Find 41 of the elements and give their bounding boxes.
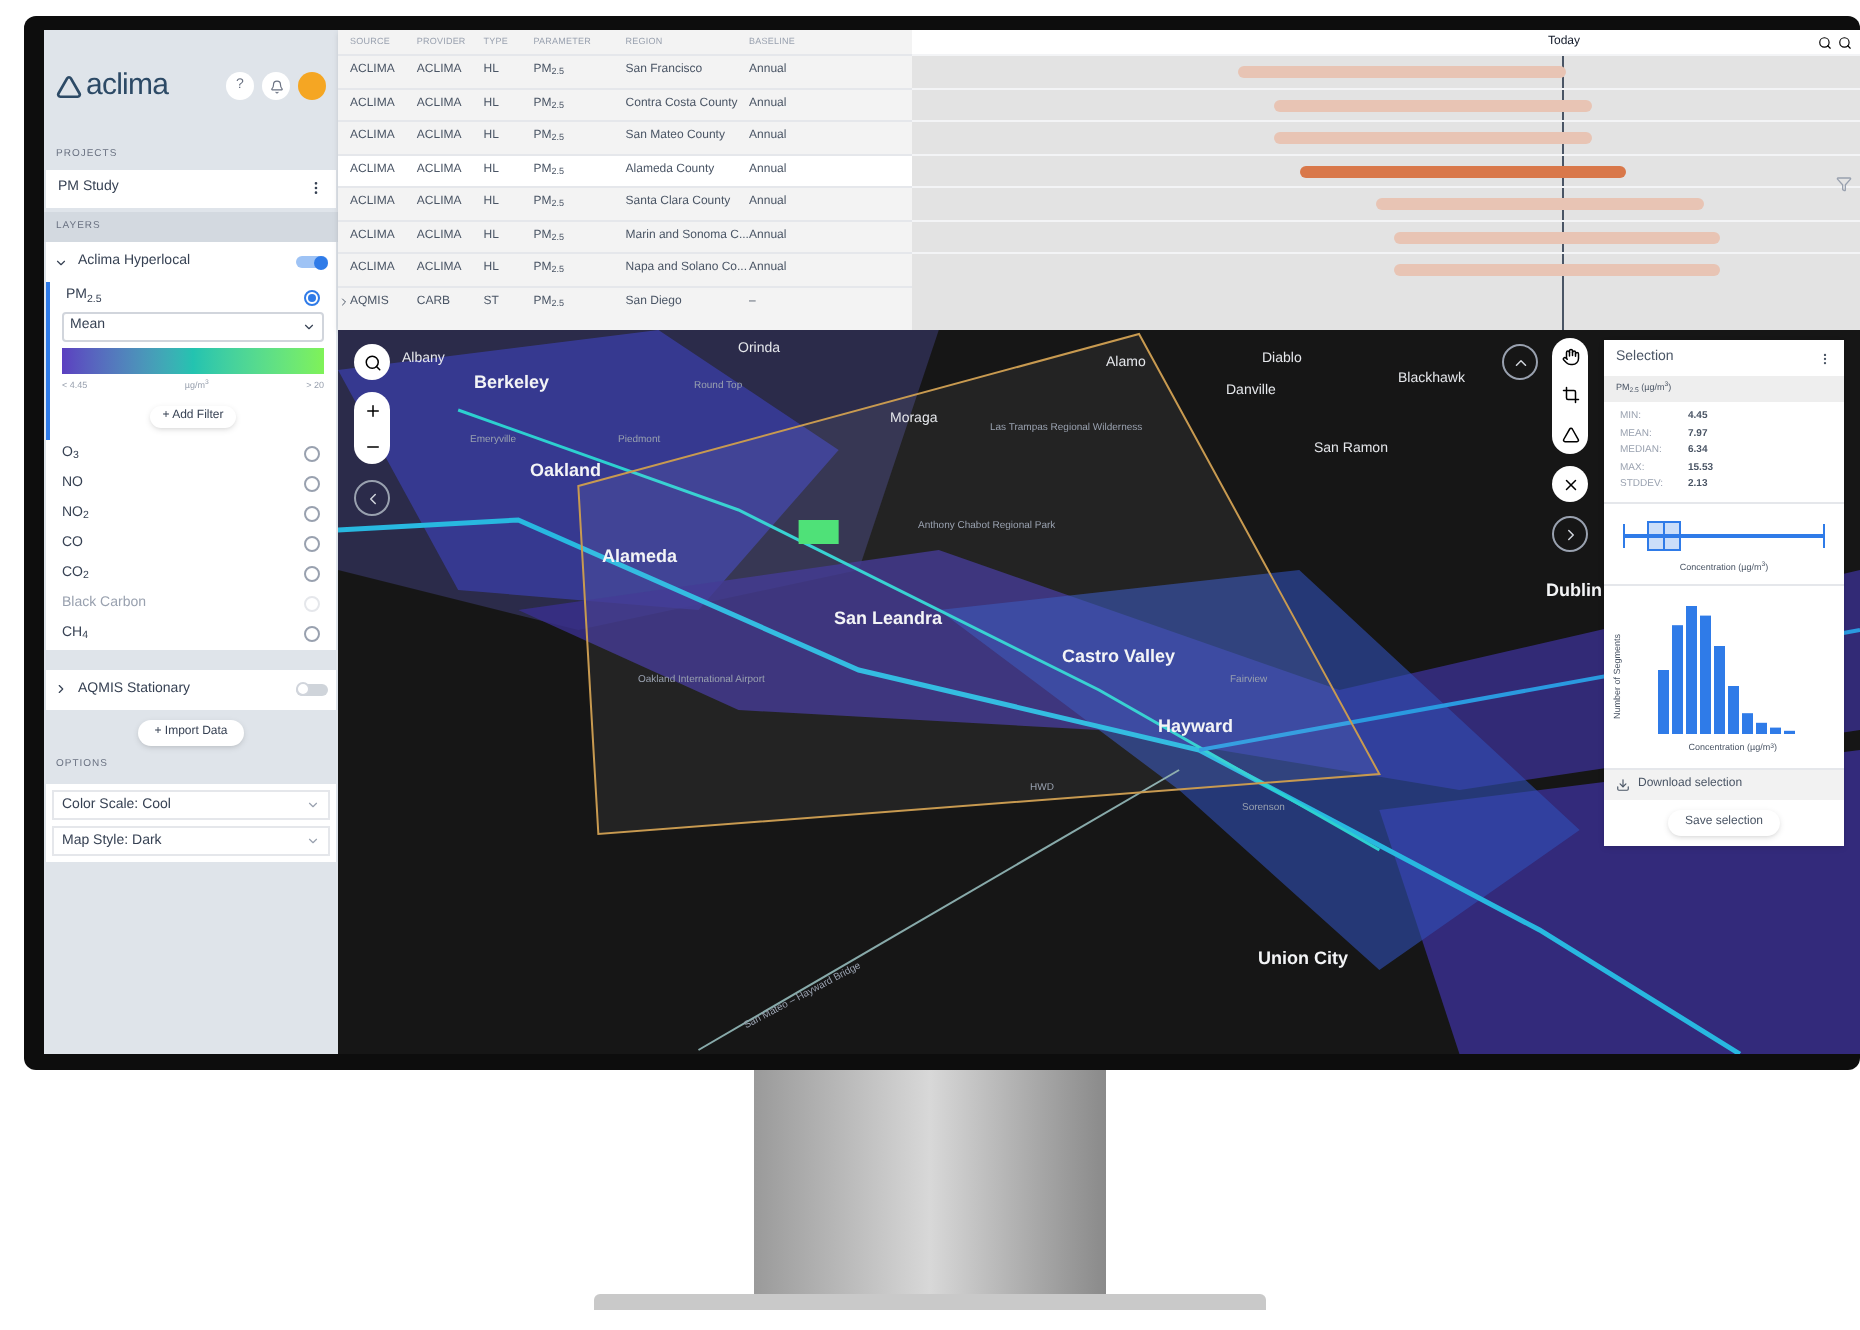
zoom-out-icon[interactable] bbox=[1838, 35, 1852, 49]
map-label: Union City bbox=[1258, 946, 1348, 972]
logo: aclima bbox=[86, 65, 169, 106]
toggle-switch[interactable] bbox=[296, 256, 328, 268]
radio-button[interactable] bbox=[304, 476, 320, 493]
download-icon bbox=[1616, 778, 1630, 792]
map-label: Oakland bbox=[530, 458, 602, 484]
search-icon bbox=[363, 353, 381, 371]
chevron-down-icon bbox=[306, 834, 320, 849]
toggle-switch[interactable] bbox=[296, 683, 328, 696]
collapse-up-button[interactable] bbox=[1502, 344, 1538, 380]
map-label: San Leandra bbox=[834, 606, 943, 632]
expand-icon[interactable] bbox=[54, 255, 68, 269]
map-label: Dublin bbox=[1546, 578, 1602, 604]
zoom-in-button[interactable] bbox=[363, 401, 381, 419]
notifications-button[interactable] bbox=[262, 72, 290, 100]
radio-button[interactable] bbox=[304, 446, 320, 463]
hand-icon[interactable] bbox=[1561, 348, 1579, 367]
more-icon[interactable] bbox=[1818, 351, 1832, 365]
chevron-down-icon bbox=[302, 320, 316, 334]
close-button[interactable] bbox=[1552, 466, 1588, 502]
collapse-left-button[interactable] bbox=[354, 480, 390, 516]
zoom-in-icon[interactable] bbox=[1818, 35, 1832, 49]
chevron-down-icon bbox=[306, 798, 320, 813]
close-icon bbox=[1561, 475, 1579, 493]
radio-button[interactable] bbox=[304, 506, 320, 523]
radio-button[interactable] bbox=[304, 536, 320, 553]
map-label: Alameda bbox=[602, 544, 678, 570]
logo-icon bbox=[56, 73, 82, 99]
collapse-right-button[interactable] bbox=[1552, 516, 1588, 552]
radio-button[interactable] bbox=[304, 289, 320, 305]
map-label: Hayward bbox=[1158, 714, 1234, 740]
crop-icon[interactable] bbox=[1561, 386, 1579, 405]
timeline-bar[interactable] bbox=[1299, 165, 1626, 177]
expand-icon[interactable] bbox=[54, 682, 68, 697]
radio-button[interactable] bbox=[304, 566, 320, 583]
radio-button[interactable] bbox=[304, 626, 320, 643]
map-label: Berkeley bbox=[474, 370, 550, 396]
map-label: Castro Valley bbox=[1062, 644, 1176, 670]
bell-icon bbox=[269, 79, 283, 93]
filter-icon[interactable] bbox=[1836, 176, 1852, 192]
